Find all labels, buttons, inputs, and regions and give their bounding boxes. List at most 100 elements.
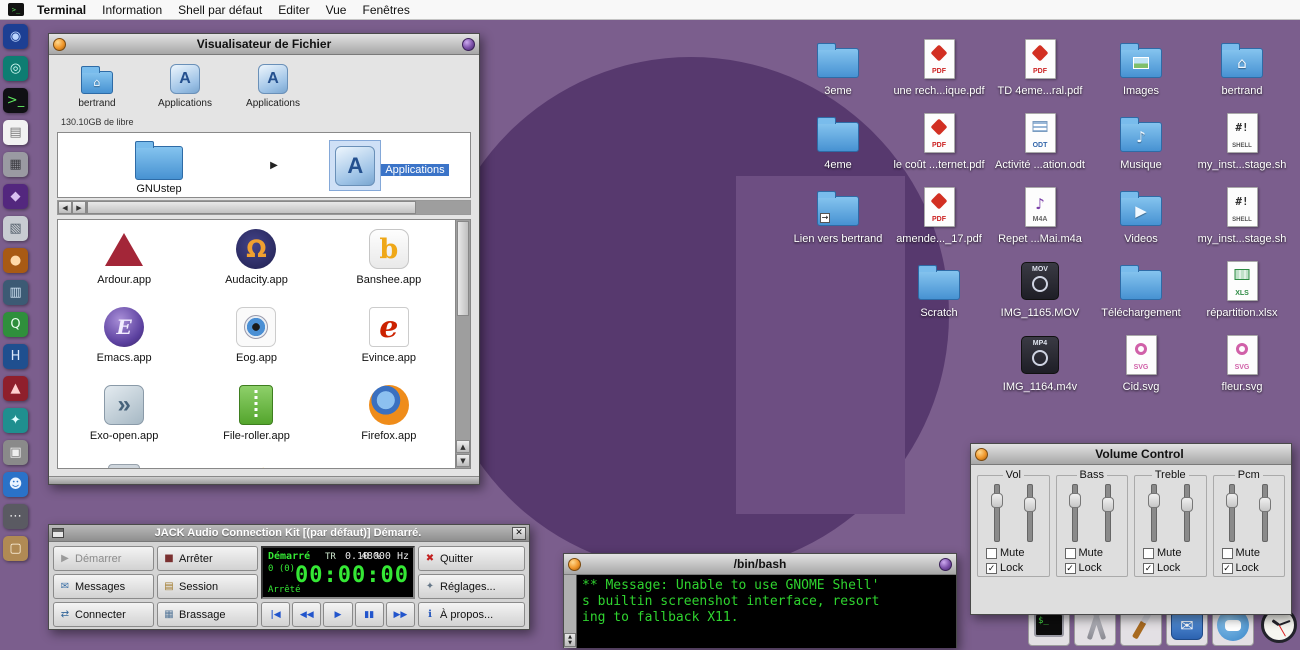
mute-checkbox[interactable]: Mute <box>986 547 1047 559</box>
rewind-button[interactable]: ◀◀ <box>292 602 321 627</box>
printer-icon[interactable]: ▦ <box>3 152 28 177</box>
jack-button-d-marrer[interactable]: ▶Démarrer <box>53 546 154 571</box>
jack-button-connecter[interactable]: ⇄Connecter <box>53 602 154 627</box>
desktop-icon-r-partition-xlsx[interactable]: XLSrépartition.xlsx <box>1191 258 1293 319</box>
app-banshee-app[interactable]: Banshee.app <box>323 220 455 298</box>
desktop-icon-t-l-chargement[interactable]: Téléchargement <box>1090 258 1192 319</box>
mute-checkbox[interactable]: Mute <box>1143 547 1204 559</box>
screenshot-tool-icon[interactable]: ◎ <box>3 56 28 81</box>
shelf-item-applications[interactable]: Applications <box>324 140 454 191</box>
desktop-icon-scratch[interactable]: Scratch <box>888 258 990 319</box>
scrollbar-thumb[interactable] <box>457 221 469 316</box>
shelf-item-gnustep[interactable]: GNUstep <box>94 136 224 195</box>
desktop-icon-amende-17-pdf[interactable]: PDFamende..._17.pdf <box>888 184 990 245</box>
qt-app-icon[interactable]: Q <box>3 312 28 337</box>
scroll-right-button[interactable]: ▶ <box>72 201 86 214</box>
desktop-icon-repet-mai-m4a[interactable]: ♪M4ARepet ...Mai.m4a <box>989 184 1091 245</box>
jack-button-brassage[interactable]: ▦Brassage <box>157 602 258 627</box>
file-manager-icon[interactable]: ▧ <box>3 216 28 241</box>
ardour-icon[interactable]: ▲ <box>3 376 28 401</box>
terminal-app-icon[interactable]: >_ <box>8 3 24 16</box>
desktop-icon-my-inst-stage-sh[interactable]: #!SHELLmy_inst...stage.sh <box>1191 110 1293 171</box>
terminal-scroll-arrows[interactable]: ▲▼ <box>564 633 576 647</box>
jack-button-quitter[interactable]: ✖Quitter <box>418 546 525 571</box>
lock-checkbox[interactable]: ✓Lock <box>1143 562 1204 574</box>
volume-slider[interactable] <box>989 482 1005 544</box>
scrollbar-thumb[interactable] <box>87 201 416 214</box>
menu-item-shell-par-d-faut[interactable]: Shell par défaut <box>170 3 270 17</box>
file-viewer-titlebar[interactable]: Visualisateur de Fichier <box>49 34 479 55</box>
desktop-icon-activit-ation-odt[interactable]: ODTActivité ...ation.odt <box>989 110 1091 171</box>
volume-titlebar[interactable]: Volume Control <box>971 444 1291 465</box>
scroll-up-button[interactable]: ▲ <box>456 440 470 453</box>
app-audacity-app[interactable]: Audacity.app <box>190 220 322 298</box>
horizontal-scrollbar[interactable]: ◀ ▶ <box>57 200 471 215</box>
slider-thumb[interactable] <box>1226 493 1238 508</box>
more-apps-icon[interactable]: ⋯ <box>3 504 28 529</box>
vertical-scrollbar[interactable]: ▲ ▼ <box>455 220 470 468</box>
jack-button-arr-ter[interactable]: ■Arrêter <box>157 546 258 571</box>
desktop-icon-lien-vers-bertrand[interactable]: →Lien vers bertrand <box>787 184 889 245</box>
jack-button-propos[interactable]: ℹÀ propos... <box>418 602 525 627</box>
slider-thumb[interactable] <box>1181 497 1193 512</box>
desktop-icon-le-co-t-ternet-pdf[interactable]: PDFle coût ...ternet.pdf <box>888 110 990 171</box>
volume-slider[interactable] <box>1100 482 1116 544</box>
app-exo-open-app[interactable]: Exo-open.app <box>58 376 190 454</box>
slider-thumb[interactable] <box>1069 493 1081 508</box>
terminal-titlebar[interactable]: /bin/bash <box>564 554 956 575</box>
terminal-screen[interactable]: ▲▼ ** Message: Unable to use GNOME Shell… <box>564 575 956 648</box>
app-file-roller-app[interactable]: File-roller.app <box>190 376 322 454</box>
volume-slider[interactable] <box>1022 482 1038 544</box>
jack-button-session[interactable]: ▤Session <box>157 574 258 599</box>
menu-item-fen-tres[interactable]: Fenêtres <box>354 3 417 17</box>
image-viewer-icon[interactable]: ✦ <box>3 408 28 433</box>
app-firefox-app[interactable]: Firefox.app <box>323 376 455 454</box>
app-partial-pen[interactable] <box>190 454 322 469</box>
music-app-icon[interactable]: ● <box>3 248 28 273</box>
app-partial-dark[interactable] <box>323 454 455 469</box>
app-eog-app[interactable]: Eog.app <box>190 298 322 376</box>
forward-button[interactable]: ▶▶ <box>386 602 415 627</box>
terminal-scrollbar[interactable]: ▲▼ <box>564 575 577 648</box>
desktop-icon-td-4eme-ral-pdf[interactable]: PDFTD 4eme...ral.pdf <box>989 36 1091 97</box>
terminal-icon[interactable]: >_ <box>3 88 28 113</box>
slider-thumb[interactable] <box>1102 497 1114 512</box>
shortcut-bertrand[interactable]: ⌂bertrand <box>65 61 129 109</box>
desktop-icon-img-1164-m4v[interactable]: MP4IMG_1164.m4v <box>989 332 1091 393</box>
slider-thumb[interactable] <box>991 493 1003 508</box>
app-emacs-app[interactable]: Emacs.app <box>58 298 190 376</box>
lock-checkbox[interactable]: ✓Lock <box>1222 562 1283 574</box>
files-folder-icon[interactable]: ▢ <box>3 536 28 561</box>
lock-checkbox[interactable]: ✓Lock <box>1065 562 1126 574</box>
desktop-icon-my-inst-stage-sh[interactable]: #!SHELLmy_inst...stage.sh <box>1191 184 1293 245</box>
desktop-icon-fleur-svg[interactable]: SVGfleur.svg <box>1191 332 1293 393</box>
shortcut-applications[interactable]: Applications <box>153 61 217 109</box>
media-player-icon[interactable]: ◆ <box>3 184 28 209</box>
miniaturize-button[interactable] <box>53 38 66 51</box>
text-document-icon[interactable]: ▤ <box>3 120 28 145</box>
menu-item-editer[interactable]: Editer <box>270 3 317 17</box>
app-partial-calc[interactable] <box>58 454 190 469</box>
close-button[interactable] <box>939 558 952 571</box>
volume-slider[interactable] <box>1257 482 1273 544</box>
desktop-icon-3eme[interactable]: 3eme <box>787 36 889 97</box>
desktop-icon-cid-svg[interactable]: SVGCid.svg <box>1090 332 1192 393</box>
system-monitor-icon[interactable]: ▥ <box>3 280 28 305</box>
volume-slider[interactable] <box>1067 482 1083 544</box>
volume-slider[interactable] <box>1224 482 1240 544</box>
app-evince-app[interactable]: Evince.app <box>323 298 455 376</box>
desktop-icon-videos[interactable]: ▶Videos <box>1090 184 1192 245</box>
scroll-left-button[interactable]: ◀ <box>58 201 72 214</box>
play-button[interactable]: ▶ <box>323 602 352 627</box>
menu-item-information[interactable]: Information <box>94 3 170 17</box>
chat-app-icon[interactable]: ☻ <box>3 472 28 497</box>
close-icon[interactable]: ✕ <box>512 527 526 540</box>
mute-checkbox[interactable]: Mute <box>1065 547 1126 559</box>
scroll-down-button[interactable]: ▼ <box>456 454 470 467</box>
app-ardour-app[interactable]: Ardour.app <box>58 220 190 298</box>
window-menu-icon[interactable] <box>52 528 64 538</box>
mute-checkbox[interactable]: Mute <box>1222 547 1283 559</box>
pause-button[interactable]: ▮▮ <box>355 602 384 627</box>
rewind-start-button[interactable]: |◀ <box>261 602 290 627</box>
desktop-icon-4eme[interactable]: 4eme <box>787 110 889 171</box>
